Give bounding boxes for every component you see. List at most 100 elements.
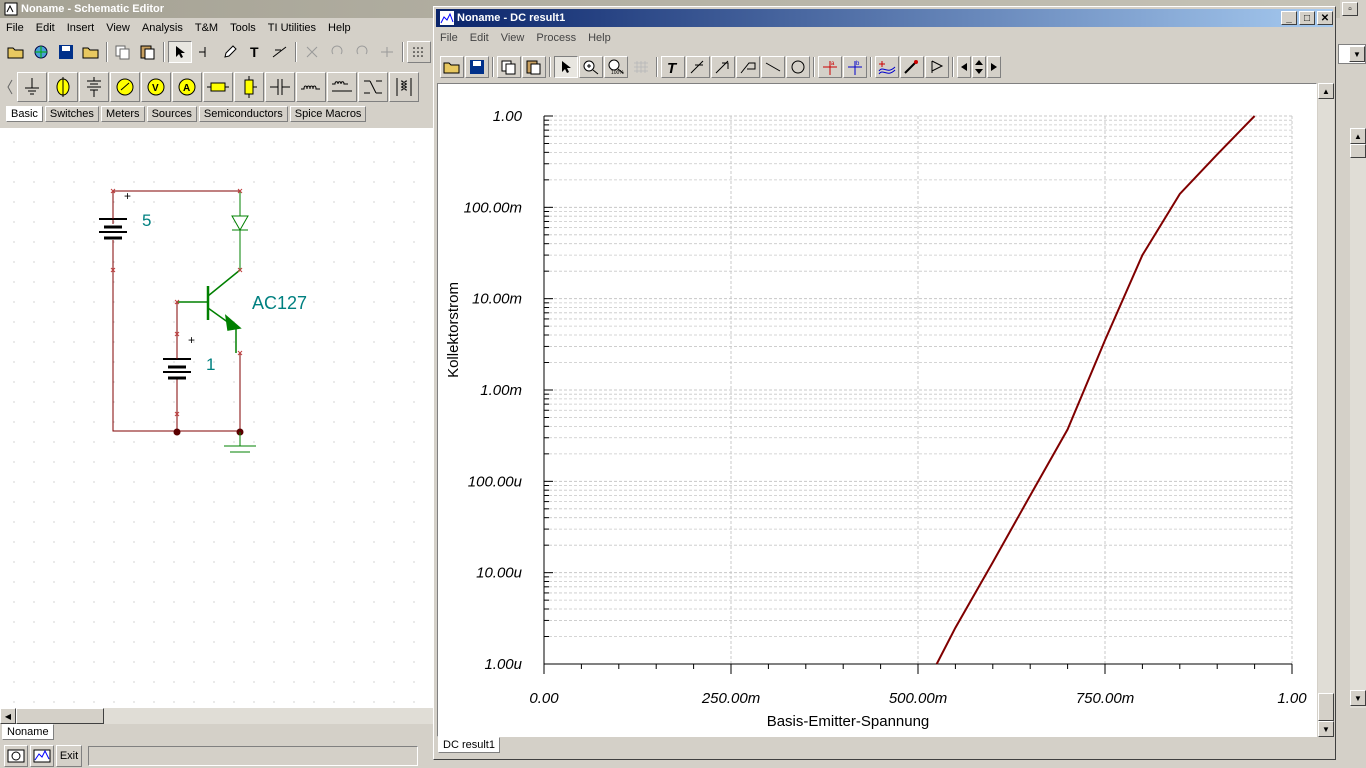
nav-right-button[interactable] xyxy=(987,56,1001,78)
result-menu-help[interactable]: Help xyxy=(582,32,617,44)
exit-button[interactable]: Exit xyxy=(56,745,82,767)
schematic-menu-view[interactable]: View xyxy=(100,22,136,34)
open-file-button[interactable] xyxy=(4,41,28,63)
zoom-in-button[interactable] xyxy=(579,56,603,78)
cursor-b-button[interactable]: b xyxy=(843,56,867,78)
battery-5v[interactable]: + 5 xyxy=(99,189,151,240)
ellipse-tool-button[interactable] xyxy=(786,56,810,78)
cursor-a-button[interactable]: a xyxy=(818,56,842,78)
potentiometer-component[interactable] xyxy=(234,72,264,102)
inductor-component[interactable] xyxy=(296,72,326,102)
tab-switches[interactable]: Switches xyxy=(44,106,99,122)
copy-button[interactable] xyxy=(497,56,521,78)
paste-button[interactable] xyxy=(136,41,160,63)
switch-component[interactable] xyxy=(358,72,388,102)
transformer-component[interactable] xyxy=(327,72,357,102)
wire-tool-button[interactable] xyxy=(193,41,217,63)
probe-button[interactable] xyxy=(900,56,924,78)
result-menu-file[interactable]: File xyxy=(434,32,464,44)
marker-button[interactable] xyxy=(925,56,949,78)
copy-button[interactable] xyxy=(111,41,135,63)
cut-button[interactable] xyxy=(300,41,324,63)
scroll-up-button[interactable]: ▲ xyxy=(1318,83,1334,99)
dropdown-arrow[interactable]: ▼ xyxy=(1349,46,1365,62)
voltmeter-component[interactable] xyxy=(110,72,140,102)
resistor-component[interactable] xyxy=(203,72,233,102)
schematic-menu-analysis[interactable]: Analysis xyxy=(136,22,189,34)
component-tabs: Basic Switches Meters Sources Semiconductors… xyxy=(6,106,368,122)
open-file-button[interactable] xyxy=(440,56,464,78)
scroll-down-button[interactable]: ▼ xyxy=(1350,690,1366,706)
open-folder-button[interactable] xyxy=(79,41,103,63)
scroll-up-button[interactable]: ▲ xyxy=(1350,128,1366,144)
nav-left-button[interactable] xyxy=(957,56,971,78)
select-tool-button[interactable] xyxy=(168,41,192,63)
tab-spice-macros[interactable]: Spice Macros xyxy=(289,106,367,122)
plot-area[interactable]: 1.00u 10.00u 100.00u 1.00m 10.00m 100.00m 1.00… xyxy=(437,83,1317,737)
text-tool-button[interactable]: T xyxy=(661,56,685,78)
schematic-menu-edit[interactable]: Edit xyxy=(30,22,61,34)
schematic-menu-file[interactable]: File xyxy=(0,22,30,34)
zoom-100-button[interactable]: 100% xyxy=(604,56,628,78)
component-scroll-left[interactable] xyxy=(4,76,16,98)
save-button[interactable] xyxy=(54,41,78,63)
junction-button[interactable] xyxy=(375,41,399,63)
result-menu-view[interactable]: View xyxy=(495,32,531,44)
paste-button[interactable] xyxy=(522,56,546,78)
tab-dc-result1[interactable]: DC result1 xyxy=(438,737,500,753)
result-menu-process[interactable]: Process xyxy=(530,32,582,44)
tab-semiconductors[interactable]: Semiconductors xyxy=(198,106,288,122)
grid-button[interactable] xyxy=(407,41,431,63)
label-point-button[interactable] xyxy=(711,56,735,78)
save-button[interactable] xyxy=(465,56,489,78)
pencil-tool-button[interactable] xyxy=(218,41,242,63)
grid-button[interactable] xyxy=(629,56,653,78)
plot-v-scrollbar[interactable]: ▲ ▼ xyxy=(1318,83,1334,737)
schematic-right-scrollbar[interactable]: ▼ xyxy=(1338,40,1366,68)
add-curve-button[interactable] xyxy=(875,56,899,78)
floppy-icon xyxy=(59,45,73,59)
ammeter-component[interactable]: A xyxy=(172,72,202,102)
tab-meters[interactable]: Meters xyxy=(100,106,145,122)
undo-button[interactable] xyxy=(325,41,349,63)
scroll-left-button[interactable]: ◀ xyxy=(0,708,16,724)
transistor-ac127[interactable]: AC127 xyxy=(177,269,307,353)
coupled-inductor-component[interactable] xyxy=(389,72,419,102)
select-tool-button[interactable] xyxy=(554,56,578,78)
ground-component[interactable] xyxy=(17,72,47,102)
minimize-button[interactable]: _ xyxy=(1281,11,1297,25)
battery-component[interactable] xyxy=(48,72,78,102)
scroll-thumb[interactable] xyxy=(1318,693,1334,721)
maximize-button[interactable]: □ xyxy=(1299,11,1315,25)
battery-1v[interactable]: + 1 xyxy=(163,332,215,380)
result-menu-edit[interactable]: Edit xyxy=(464,32,495,44)
nav-updown-button[interactable] xyxy=(972,56,986,78)
tab-basic[interactable]: Basic xyxy=(6,106,43,122)
tab-sources[interactable]: Sources xyxy=(146,106,197,122)
web-button[interactable] xyxy=(29,41,53,63)
label-curve-button[interactable] xyxy=(686,56,710,78)
schematic-menu-help[interactable]: Help xyxy=(322,22,357,34)
schematic-menu-ti-utilities[interactable]: TI Utilities xyxy=(262,22,322,34)
redo-button[interactable] xyxy=(350,41,374,63)
scroll-down-button[interactable]: ▼ xyxy=(1318,721,1334,737)
diagram-button[interactable] xyxy=(30,745,54,767)
schematic-menu-t-m[interactable]: T&M xyxy=(189,22,224,34)
document-tab-noname[interactable]: Noname xyxy=(2,724,54,740)
close-button[interactable]: ✕ xyxy=(1317,11,1333,25)
scroll-thumb[interactable] xyxy=(16,708,104,724)
schematic-v-scrollbar[interactable]: ▲ ▼ xyxy=(1350,128,1366,708)
voltage-source-component[interactable] xyxy=(79,72,109,102)
comment-button[interactable] xyxy=(736,56,760,78)
schematic-canvas[interactable]: + 5 + 1 AC127 xyxy=(0,128,434,708)
voltage-meter-component[interactable]: V xyxy=(141,72,171,102)
line-tool-button[interactable] xyxy=(761,56,785,78)
capacitor-component[interactable] xyxy=(265,72,295,102)
text-tool-button[interactable]: T xyxy=(243,41,267,63)
label-tool-button[interactable] xyxy=(268,41,292,63)
schematic-menu-insert[interactable]: Insert xyxy=(61,22,101,34)
scroll-thumb[interactable] xyxy=(1350,144,1366,158)
schematic-menu-tools[interactable]: Tools xyxy=(224,22,262,34)
analysis-button[interactable] xyxy=(4,745,28,767)
schematic-h-scrollbar[interactable]: ◀ xyxy=(0,708,434,724)
